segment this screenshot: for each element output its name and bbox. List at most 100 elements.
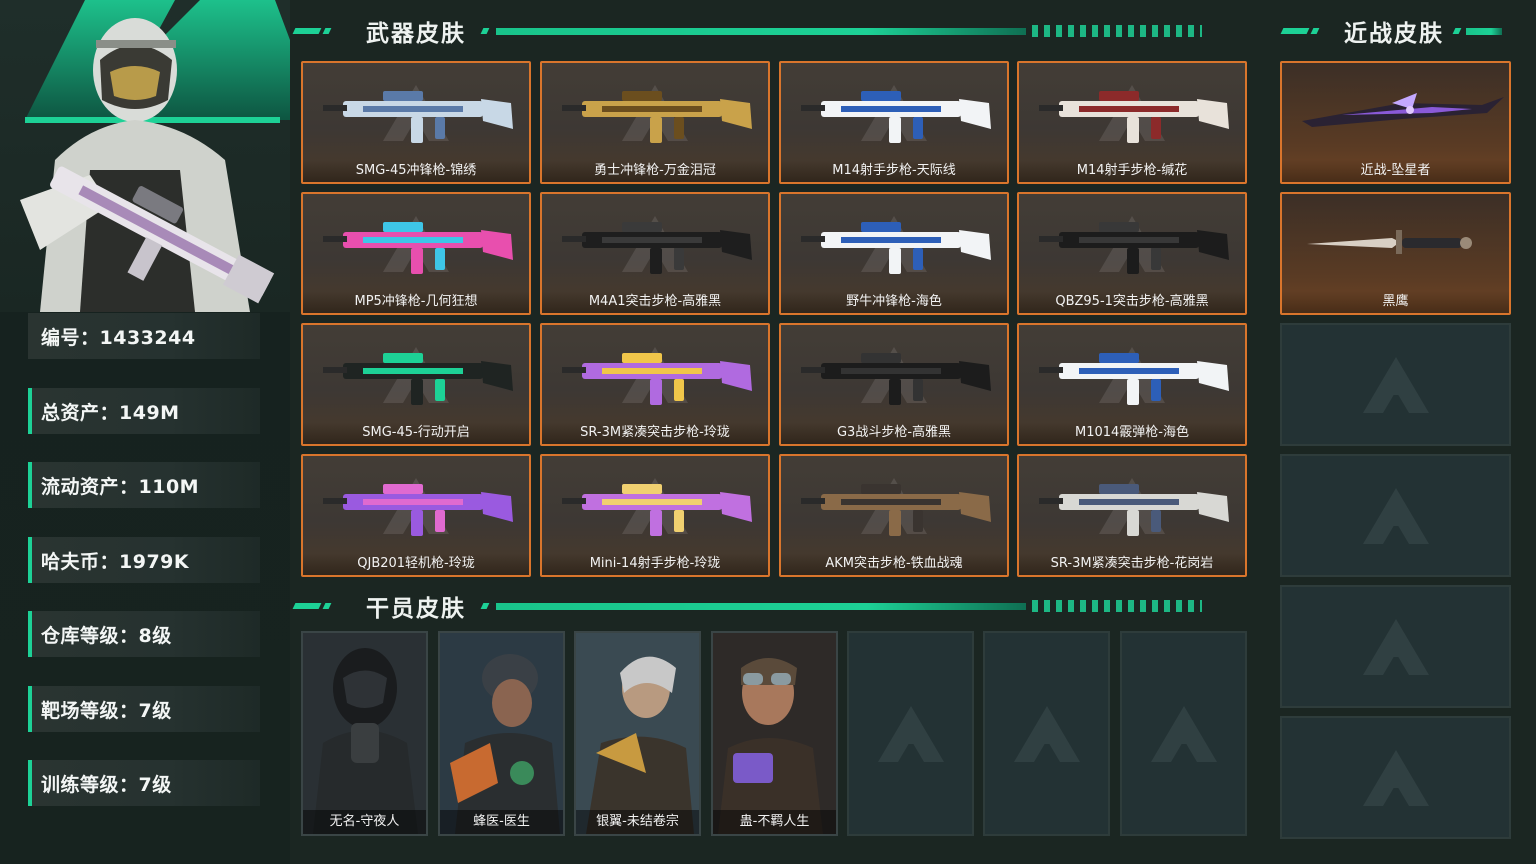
header-dash xyxy=(480,603,490,609)
weapon-image-icon xyxy=(801,353,991,405)
stat-training-level: 训练等级：7级 xyxy=(28,760,260,806)
weapon-card-label: SR-3M紧凑突击步枪-玲珑 xyxy=(542,422,768,444)
agent-card[interactable]: 银翼-未结卷宗 xyxy=(574,631,701,836)
header-dash xyxy=(292,603,322,609)
empty-melee-slot xyxy=(1280,585,1511,708)
operator-portrait xyxy=(20,0,290,312)
agent-card[interactable]: 无名-守夜人 xyxy=(301,631,428,836)
stat-accent-bar xyxy=(28,388,32,434)
weapon-card[interactable]: QJB201轻机枪-玲珑 xyxy=(301,454,531,577)
empty-melee-slot xyxy=(1280,323,1511,446)
empty-melee-slot xyxy=(1280,454,1511,577)
weapon-image-icon xyxy=(562,484,752,536)
agent-card-label: 蛊-不羁人生 xyxy=(713,810,836,834)
weapon-image-icon xyxy=(562,353,752,405)
agents-section-title: 干员皮肤 xyxy=(366,596,466,622)
header-bar xyxy=(1466,27,1502,35)
melee-card-label: 近战-坠星者 xyxy=(1282,160,1509,182)
weapon-image-icon xyxy=(801,484,991,536)
stat-range-level-text: 靶场等级：7级 xyxy=(41,699,172,722)
melee-section-header: 近战皮肤 xyxy=(1280,16,1502,47)
weapon-card[interactable]: M14射手步枪-天际线 xyxy=(779,61,1009,184)
stat-player-id: 编号：1433244 xyxy=(28,313,260,359)
header-dash xyxy=(322,28,332,34)
agent-card[interactable]: 蜂医-医生 xyxy=(438,631,565,836)
weapon-image-icon xyxy=(562,91,752,143)
weapon-image-icon xyxy=(323,222,513,274)
stat-hafu-coin-text: 哈夫币：1979K xyxy=(41,550,190,573)
stat-range-level: 靶场等级：7级 xyxy=(28,686,260,732)
weapon-card[interactable]: 野牛冲锋枪-海色 xyxy=(779,192,1009,315)
stat-player-id-text: 编号：1433244 xyxy=(41,326,196,349)
header-dash xyxy=(292,28,322,34)
weapon-card[interactable]: SR-3M紧凑突击步枪-玲珑 xyxy=(540,323,770,446)
weapon-card[interactable]: M1014霰弹枪-海色 xyxy=(1017,323,1247,446)
weapon-card[interactable]: SMG-45冲锋枪-锦绣 xyxy=(301,61,531,184)
stat-total-assets: 总资产：149M xyxy=(28,388,260,434)
weapon-card[interactable]: SMG-45-行动开启 xyxy=(301,323,531,446)
placeholder-logo-icon xyxy=(1362,356,1429,413)
agent-card-label: 无名-守夜人 xyxy=(303,810,426,834)
header-bar xyxy=(496,27,1026,35)
weapon-card[interactable]: G3战斗步枪-高雅黑 xyxy=(779,323,1009,446)
header-checker xyxy=(1032,25,1202,37)
weapons-section-title: 武器皮肤 xyxy=(366,21,466,47)
agents-section-header: 干员皮肤 xyxy=(292,591,1202,622)
melee-card[interactable]: 近战-坠星者 xyxy=(1280,61,1511,184)
melee-knife-icon xyxy=(1307,230,1472,254)
weapon-image-icon xyxy=(1039,484,1229,536)
weapon-image-icon xyxy=(1039,353,1229,405)
weapon-image-icon xyxy=(562,222,752,274)
header-checker xyxy=(1032,600,1202,612)
header-dash xyxy=(480,28,490,34)
weapon-image-icon xyxy=(1039,222,1229,274)
player-avatar xyxy=(0,0,290,312)
stat-hafu-coin: 哈夫币：1979K xyxy=(28,537,260,583)
agent-card[interactable]: 蛊-不羁人生 xyxy=(711,631,838,836)
weapon-card[interactable]: SR-3M紧凑突击步枪-花岗岩 xyxy=(1017,454,1247,577)
weapon-card[interactable]: Mini-14射手步枪-玲珑 xyxy=(540,454,770,577)
weapon-image-icon xyxy=(323,484,513,536)
header-dash xyxy=(1452,28,1462,34)
agent-card-label: 蜂医-医生 xyxy=(440,810,563,834)
header-bar xyxy=(496,602,1026,610)
weapon-card[interactable]: QBZ95-1突击步枪-高雅黑 xyxy=(1017,192,1247,315)
weapon-card[interactable]: AKM突击步枪-铁血战魂 xyxy=(779,454,1009,577)
stat-training-level-text: 训练等级：7级 xyxy=(41,773,172,796)
empty-agent-slot xyxy=(1120,631,1247,836)
weapon-card-label: 勇士冲锋枪-万金泪冠 xyxy=(542,160,768,182)
stat-warehouse-level: 仓库等级：8级 xyxy=(28,611,260,657)
stat-total-assets-text: 总资产：149M xyxy=(41,401,180,424)
agent-portrait-silverwing xyxy=(576,633,699,834)
weapon-card-label: G3战斗步枪-高雅黑 xyxy=(781,422,1007,444)
melee-section-title: 近战皮肤 xyxy=(1344,21,1444,47)
weapon-card-label: M4A1突击步枪-高雅黑 xyxy=(542,291,768,313)
empty-melee-slot xyxy=(1280,716,1511,839)
placeholder-logo-icon xyxy=(1013,705,1080,762)
empty-agent-slot xyxy=(847,631,974,836)
melee-card[interactable]: 黑鹰 xyxy=(1280,192,1511,315)
weapon-card[interactable]: M4A1突击步枪-高雅黑 xyxy=(540,192,770,315)
weapon-card-label: QJB201轻机枪-玲珑 xyxy=(303,553,529,575)
weapon-card[interactable]: M14射手步枪-缄花 xyxy=(1017,61,1247,184)
stat-warehouse-level-text: 仓库等级：8级 xyxy=(41,624,172,647)
weapon-card-label: AKM突击步枪-铁血战魂 xyxy=(781,553,1007,575)
weapon-card-label: M1014霰弹枪-海色 xyxy=(1019,422,1245,444)
weapon-card[interactable]: 勇士冲锋枪-万金泪冠 xyxy=(540,61,770,184)
agent-portrait-masked xyxy=(303,633,426,834)
weapon-card-label: M14射手步枪-天际线 xyxy=(781,160,1007,182)
stat-accent-bar xyxy=(28,686,32,732)
placeholder-logo-icon xyxy=(1362,487,1429,544)
agent-portrait-medic xyxy=(440,633,563,834)
placeholder-logo-icon xyxy=(877,705,944,762)
melee-card-label: 黑鹰 xyxy=(1282,291,1509,313)
stat-liquid-assets-text: 流动资产：110M xyxy=(41,475,200,498)
weapon-image-icon xyxy=(323,353,513,405)
header-dash xyxy=(1280,28,1310,34)
weapon-image-icon xyxy=(1039,91,1229,143)
weapon-card-label: SR-3M紧凑突击步枪-花岗岩 xyxy=(1019,553,1245,575)
weapon-card-label: SMG-45冲锋枪-锦绣 xyxy=(303,160,529,182)
weapon-image-icon xyxy=(801,91,991,143)
weapon-card[interactable]: MP5冲锋枪-几何狂想 xyxy=(301,192,531,315)
stat-accent-bar xyxy=(28,462,32,508)
